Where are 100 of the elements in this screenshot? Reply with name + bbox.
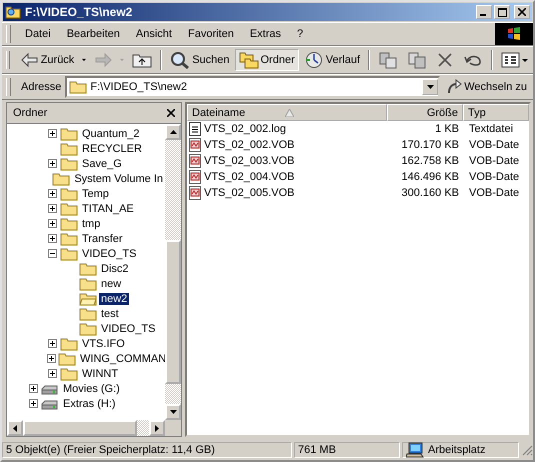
address-field[interactable]: F:\VIDEO_TS\new2 [65,76,440,98]
expand-button[interactable] [47,129,58,138]
tree-item[interactable]: VIDEO_TS [80,248,138,260]
search-button[interactable]: Suchen [166,49,234,71]
folder-icon [60,142,78,156]
menu-item[interactable]: Ansicht [128,28,180,40]
folder-icon [60,156,78,170]
folder-icon [79,262,97,276]
expand-button[interactable] [47,354,56,363]
menu-item[interactable]: Bearbeiten [58,28,128,40]
tree-item[interactable]: Disc2 [99,262,131,274]
status-size: 761 MB [294,442,400,458]
file-size: 1 KB [435,123,459,135]
menu-item[interactable]: Favoriten [180,28,242,40]
folder-icon [60,216,78,230]
file-type: VOB-Date [469,139,520,151]
tree-item[interactable]: tmp [80,218,102,230]
left-arrow-icon [13,424,17,432]
expand-button[interactable] [47,189,58,198]
folder-icon [60,232,78,246]
expand-button[interactable] [47,204,58,213]
vertical-scrollbar[interactable] [165,124,181,420]
file-name[interactable]: VTS_02_003.VOB [204,155,295,167]
pane-title: Ordner [13,107,48,119]
clock-icon [304,51,324,69]
down-arrow-icon [170,410,176,414]
sort-arrow-icon [285,108,294,116]
collapse-button[interactable] [47,249,58,258]
address-label: Adresse [21,81,62,93]
column-header[interactable]: Typ [463,104,529,121]
right-arrow-icon [155,424,159,432]
copy-to-icon [407,51,427,69]
minimize-button[interactable] [476,5,492,19]
expand-button[interactable] [47,219,58,228]
back-button[interactable]: Zurück [16,49,78,71]
file-type: VOB-Date [469,187,520,199]
horizontal-scrollbar[interactable] [7,420,181,436]
folders-icon [238,51,258,69]
column-header[interactable]: Dateiname [187,104,387,121]
close-button[interactable] [167,109,175,117]
file-name[interactable]: VTS_02_005.VOB [204,187,295,199]
tree-item[interactable]: Extras (H:) [61,398,118,410]
tree-item[interactable]: WINNT [80,368,120,380]
caret-icon [426,85,434,89]
menu-item[interactable]: ? [289,28,312,40]
file-name[interactable]: VTS_02_002.log [204,123,286,135]
tree-item[interactable]: Transfer [80,232,125,244]
dropdown-button[interactable] [422,79,438,95]
tree-item[interactable]: test [99,308,121,320]
expand-button[interactable] [47,159,58,168]
maximize-icon [498,8,506,16]
tree-item[interactable]: TITAN_AE [80,202,136,214]
tree-item[interactable]: Temp [80,188,111,200]
dropdown-arrow-icon[interactable] [82,58,86,62]
column-header[interactable]: Größe [387,104,463,121]
up-arrow-icon [170,130,176,134]
tree-item[interactable]: new2 [99,292,130,304]
file-size: 162.758 KB [402,155,459,167]
file-name[interactable]: VTS_02_004.VOB [204,171,295,183]
tree-item[interactable]: WING_COMMAN [78,352,165,364]
file-size: 170.170 KB [402,139,459,151]
tree-item[interactable]: System Volume In [72,172,165,184]
expand-button[interactable] [28,384,39,393]
expand-button[interactable] [47,339,58,348]
file-type: VOB-Date [469,171,520,183]
file-name[interactable]: VTS_02_002.VOB [204,139,295,151]
folder-icon [79,276,97,290]
folder-icon [52,172,70,186]
status-text: 5 Objekt(e) (Freier Speicherplatz: 11,4 GB) [2,442,292,458]
maximize-button[interactable] [494,5,510,19]
folder-icon [79,322,97,336]
tree-item[interactable]: VIDEO_TS [99,322,158,334]
expand-button[interactable] [47,369,58,378]
tree-item[interactable]: Movies (G:) [61,382,122,394]
tree-item[interactable]: VTS.IFO [80,338,127,350]
search-icon [170,51,190,69]
expand-button[interactable] [47,234,58,243]
folder-icon [60,202,78,216]
tree-item[interactable]: RECYCLER [80,142,144,154]
back-arrow-icon [20,52,39,68]
tree-item[interactable]: new [99,278,124,290]
up-folder-icon [132,52,152,68]
close-icon [167,109,175,117]
tree-item[interactable]: Save_G [80,158,124,170]
history-button[interactable]: Verlauf [300,49,364,71]
folder-icon [60,186,78,200]
menu-item[interactable]: Extras [242,28,290,40]
folders-button[interactable]: Ordner [234,49,299,71]
resize-grip-icon[interactable] [521,444,533,456]
go-button[interactable]: Wechseln zu [444,79,533,95]
expand-button[interactable] [28,399,39,408]
video-file-icon [189,154,201,168]
window-title: F:\VIDEO_TS\new2 [25,5,134,19]
folder-icon [60,336,78,350]
file-size: 146.496 KB [402,171,459,183]
tree-item[interactable]: Quantum_2 [80,128,142,140]
forward-arrow-icon [94,52,112,68]
menu-item[interactable]: Datei [17,28,59,40]
go-arrow-icon [446,79,462,95]
folder-icon [60,366,78,380]
